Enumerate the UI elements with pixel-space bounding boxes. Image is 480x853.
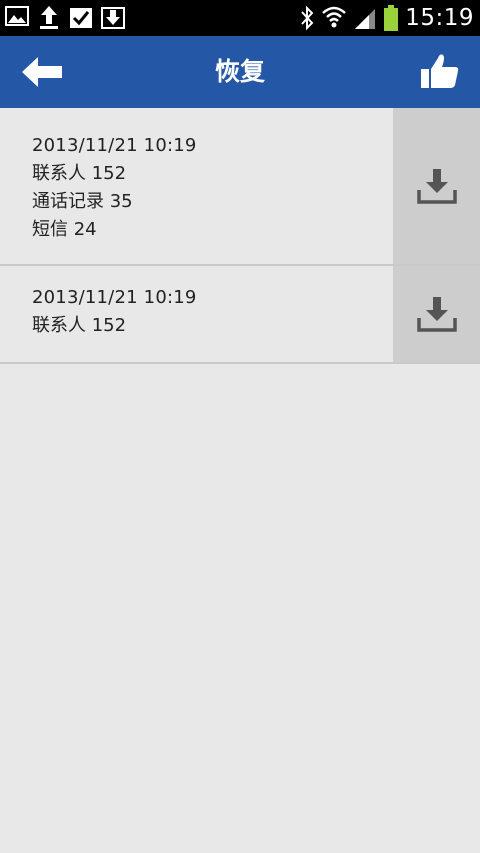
restore-button[interactable] [393,266,480,362]
backup-list: 2013/11/21 10:19 联系人 152 通话记录 35 短信 24 2… [0,108,480,364]
status-bar: 15:19 [0,0,480,36]
restore-button[interactable] [393,108,480,264]
battery-icon [384,5,399,31]
wifi-icon [322,6,347,28]
download-icon [416,297,457,332]
signal-icon [355,9,376,29]
bluetooth-icon [301,5,314,31]
upload-icon [40,6,58,29]
system-icons: 15:19 [299,2,474,34]
list-item[interactable]: 2013/11/21 10:19 联系人 152 通话记录 35 短信 24 [0,108,480,266]
page-title: 恢复 [214,57,265,86]
notification-icons [4,3,126,31]
checked-clipboard-icon [70,8,92,28]
download-icon [416,169,457,204]
list-item[interactable]: 2013/11/21 10:19 联系人 152 [0,266,480,364]
app-header: 恢复 [0,36,480,108]
download-box-icon [101,7,125,29]
clock: 15:19 [405,5,474,31]
thumbs-up-icon[interactable] [420,52,460,90]
gallery-icon [5,6,29,26]
